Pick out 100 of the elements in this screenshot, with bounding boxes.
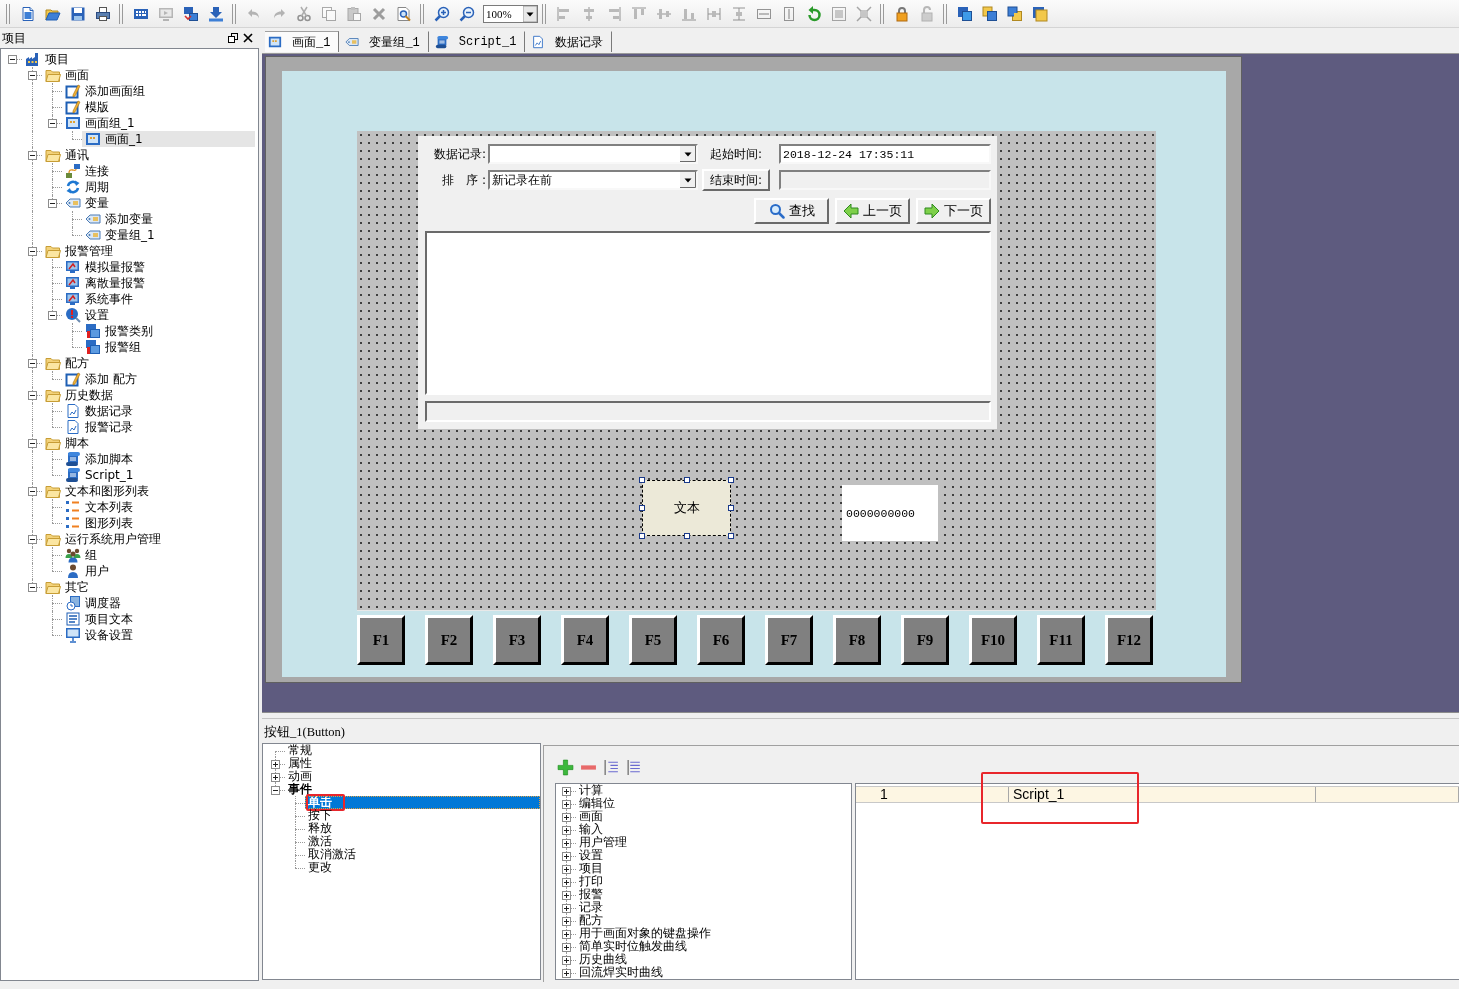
tree-item[interactable]: 历史曲线 (576, 953, 627, 966)
tree-item[interactable]: 常规 (285, 744, 312, 757)
function-key-button[interactable]: F12 (1105, 615, 1153, 665)
expand-toggle[interactable] (562, 890, 571, 900)
tree-item[interactable]: 报警管理 (42, 243, 113, 259)
tree-item[interactable]: 设置 (62, 307, 109, 323)
expand-toggle[interactable] (562, 929, 571, 939)
function-key-button[interactable]: F3 (493, 615, 541, 665)
list-lines-icon[interactable] (626, 758, 643, 776)
plus-icon[interactable] (557, 758, 574, 776)
expand-toggle[interactable] (562, 968, 571, 978)
tree-item[interactable]: 激活 (305, 835, 332, 848)
tree-item[interactable]: 报警 (576, 888, 603, 901)
tree-item[interactable]: 系统事件 (62, 291, 133, 307)
zoom-out-icon[interactable] (459, 5, 475, 22)
function-key-button[interactable]: F7 (765, 615, 813, 665)
tree-item[interactable]: 数据记录 (62, 403, 133, 419)
collapse-toggle[interactable] (28, 535, 37, 544)
tree-item[interactable]: 报警类别 (82, 323, 153, 339)
collapse-toggle[interactable] (28, 583, 37, 592)
tree-item[interactable]: 编辑位 (576, 797, 615, 810)
tree-item[interactable]: 项目 (22, 51, 69, 67)
tree-item[interactable]: 画面_1 (82, 131, 255, 147)
tree-item[interactable]: 连接 (62, 163, 109, 179)
tree-item[interactable]: 用户 (62, 563, 109, 579)
tree-item[interactable]: 通讯 (42, 147, 89, 163)
zoom-combo[interactable]: 100% (483, 4, 538, 23)
resize-handle[interactable] (683, 477, 690, 483)
function-key-button[interactable]: F11 (1037, 615, 1085, 665)
stacked-squares-icon[interactable] (1032, 5, 1048, 22)
document-icon[interactable] (20, 5, 36, 22)
tree-item[interactable]: 画面 (576, 810, 603, 823)
close-icon[interactable] (243, 33, 253, 43)
expand-toggle[interactable] (271, 772, 280, 782)
tree-item[interactable]: 项目文本 (62, 611, 133, 627)
tree-item[interactable]: 更改 (305, 861, 332, 874)
stacked-squares-icon[interactable] (982, 5, 998, 22)
tree-item[interactable]: 简单实时位触发曲线 (576, 940, 687, 953)
tree-item[interactable]: 事件 (285, 783, 312, 796)
end-time-field[interactable] (779, 170, 991, 190)
resize-handle[interactable] (639, 477, 645, 483)
editor-tab[interactable]: 变量组_1 (342, 31, 429, 52)
zoom-in-icon[interactable] (434, 5, 450, 22)
tree-item[interactable]: 模拟量报警 (62, 259, 145, 275)
tree-item[interactable]: 添加变量 (82, 211, 153, 227)
resize-handle[interactable] (639, 533, 645, 539)
tree-item[interactable]: 输入 (576, 823, 603, 836)
tree-item[interactable]: 配方 (576, 914, 603, 927)
tree-item[interactable]: 释放 (305, 822, 332, 835)
collapse-toggle[interactable] (28, 391, 37, 400)
find-icon[interactable] (396, 5, 412, 22)
stacked-squares-icon[interactable] (957, 5, 973, 22)
expand-toggle[interactable] (562, 838, 571, 848)
printer-icon[interactable] (95, 5, 111, 22)
function-key-button[interactable]: F9 (901, 615, 949, 665)
tree-item[interactable]: 取消激活 (305, 848, 356, 861)
resize-handle[interactable] (728, 477, 734, 483)
function-key-button[interactable]: F6 (697, 615, 745, 665)
search-button[interactable]: 查找 (754, 198, 829, 224)
expand-toggle[interactable] (562, 942, 571, 952)
padlock-icon[interactable] (894, 5, 910, 22)
resize-handle[interactable] (728, 533, 734, 539)
function-key-button[interactable]: F2 (425, 615, 473, 665)
tree-item[interactable]: 属性 (285, 757, 312, 770)
tree-item[interactable]: 历史数据 (42, 387, 113, 403)
resize-handle[interactable] (683, 533, 690, 539)
tree-item[interactable]: 模版 (62, 99, 109, 115)
tree-item[interactable]: 调度器 (62, 595, 121, 611)
order-combo[interactable]: 新记录在前 (488, 170, 698, 190)
collapse-toggle[interactable] (28, 487, 37, 496)
collapse-toggle[interactable] (28, 439, 37, 448)
function-key-button[interactable]: F5 (629, 615, 677, 665)
editor-tab[interactable]: Script_1 (431, 31, 526, 52)
tree-item[interactable]: 按下 (305, 809, 332, 822)
tree-item[interactable]: 脚本 (42, 435, 89, 451)
collapse-toggle[interactable] (48, 199, 57, 208)
tree-item[interactable]: 添加画面组 (62, 83, 145, 99)
expand-toggle[interactable] (562, 877, 571, 887)
tree-item[interactable]: 变量组_1 (82, 227, 155, 243)
tree-item[interactable]: 周期 (62, 179, 109, 195)
end-time-button[interactable]: 结束时间: (702, 169, 770, 191)
expand-toggle[interactable] (562, 864, 571, 874)
log-combo[interactable] (488, 144, 698, 164)
restore-window-icon[interactable] (228, 33, 238, 43)
next-page-button[interactable]: 下一页 (916, 198, 991, 224)
tree-item[interactable]: 其它 (42, 579, 89, 595)
tree-item[interactable]: 画面组_1 (62, 115, 135, 131)
tree-item[interactable]: 用户管理 (576, 836, 627, 849)
expand-toggle[interactable] (562, 851, 571, 861)
tree-item[interactable]: 画面 (42, 67, 89, 83)
stacked-squares-icon[interactable] (1007, 5, 1023, 22)
start-time-field[interactable]: 2018-12-24 17:35:11 (779, 144, 991, 164)
collapse-toggle[interactable] (28, 359, 37, 368)
tree-item[interactable]: 添加 配方 (62, 371, 137, 387)
tree-item[interactable]: 项目 (576, 862, 603, 875)
tree-item[interactable]: 图形列表 (62, 515, 133, 531)
io-field[interactable]: 0000000000 (842, 485, 938, 541)
splitter-bar[interactable] (262, 712, 1459, 719)
function-key-button[interactable]: F4 (561, 615, 609, 665)
tree-item[interactable]: 运行系统用户管理 (42, 531, 161, 547)
